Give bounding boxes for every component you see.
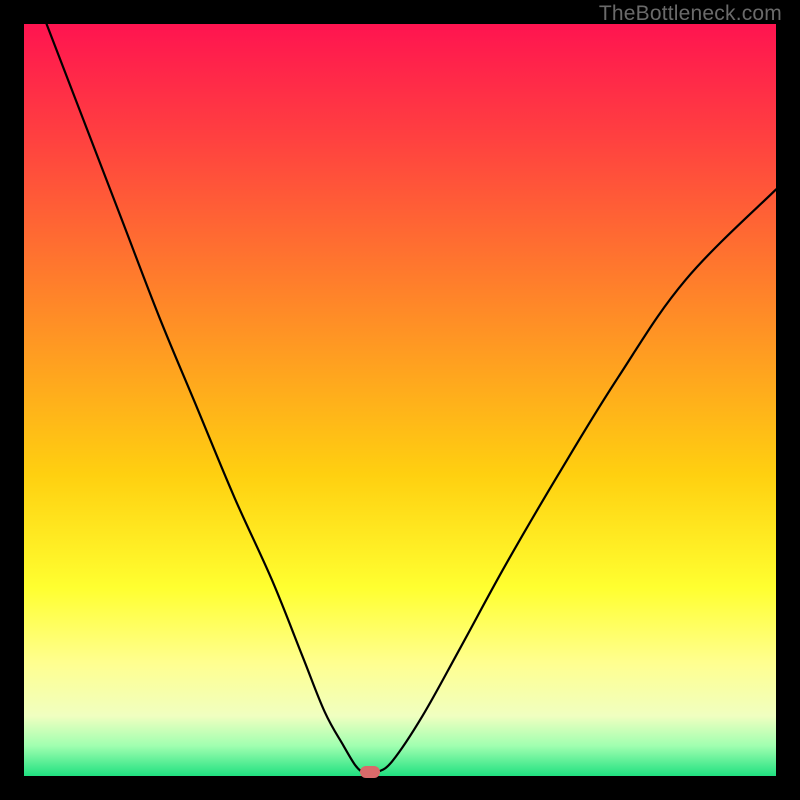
watermark-text: TheBottleneck.com [599, 2, 782, 26]
minimum-marker [360, 766, 380, 778]
bottleneck-curve [24, 24, 776, 776]
chart-plot-area [24, 24, 776, 776]
